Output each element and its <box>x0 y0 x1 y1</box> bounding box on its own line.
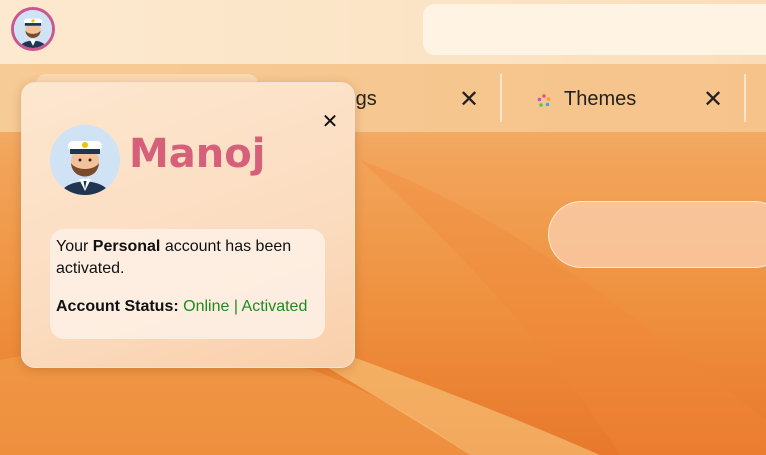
account-type: Personal <box>92 238 161 255</box>
top-bar <box>0 0 766 64</box>
tab-divider <box>744 74 746 122</box>
activation-message: Your Personal account has been activated… <box>56 238 292 277</box>
status-value: Online | Activated <box>183 298 308 315</box>
profile-avatar-button[interactable] <box>11 7 55 51</box>
close-icon[interactable]: ✕ <box>320 111 340 131</box>
decorative-pill <box>548 201 766 268</box>
tab-settings[interactable]: ings ✕ <box>340 64 500 132</box>
captain-avatar-icon <box>14 10 52 48</box>
close-icon[interactable]: ✕ <box>702 87 724 111</box>
account-status: Account Status: Online | Activated <box>56 296 319 318</box>
tab-themes[interactable]: Themes ✕ <box>502 64 746 132</box>
account-popup: ✕ Manoj Your Personal account has been a… <box>21 82 355 368</box>
status-label: Account Status: <box>56 298 179 315</box>
captain-avatar-icon <box>50 125 120 195</box>
account-info-box: Your Personal account has been activated… <box>50 229 325 339</box>
close-icon[interactable]: ✕ <box>458 87 480 111</box>
user-name: Manoj <box>129 131 266 177</box>
themes-icon <box>536 92 552 108</box>
tab-themes-label: Themes <box>564 88 637 110</box>
search-box[interactable] <box>423 4 766 55</box>
